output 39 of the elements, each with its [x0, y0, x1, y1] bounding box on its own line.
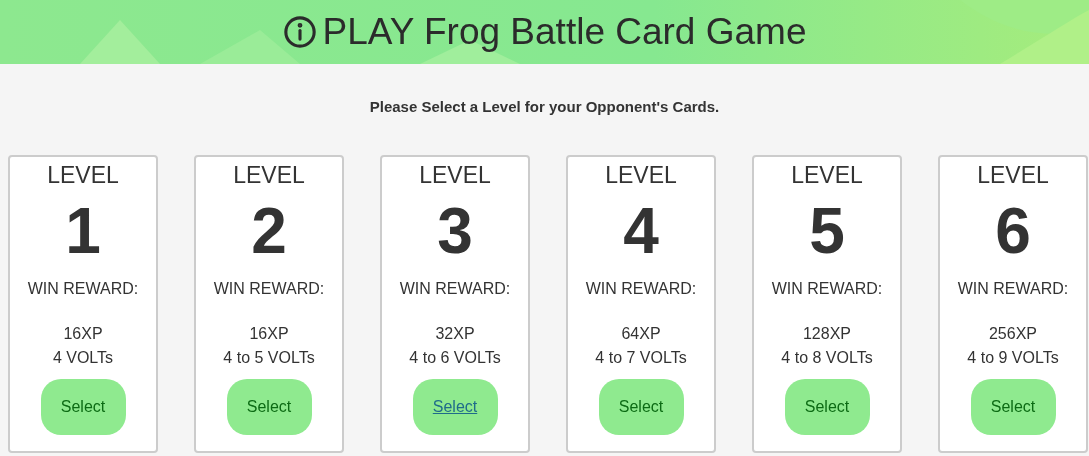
select-button[interactable]: Select	[412, 379, 498, 435]
level-heading: LEVEL	[47, 162, 119, 188]
instruction-text: Please Select a Level for your Opponent's Cards.	[368, 98, 721, 115]
level-heading: LEVEL	[605, 162, 677, 188]
reward-label: WIN REWARD:	[957, 280, 1069, 298]
reward-label: WIN REWARD:	[399, 280, 511, 298]
select-button[interactable]: Select	[598, 379, 684, 435]
level-heading: LEVEL	[791, 162, 863, 188]
level-number: 3	[437, 196, 473, 266]
reward-label: WIN REWARD:	[213, 280, 325, 298]
level-number: 5	[809, 196, 845, 266]
select-button[interactable]: Select	[970, 379, 1056, 435]
reward-label: WIN REWARD:	[771, 280, 883, 298]
volts-reward: 4 to 5 VOLTs	[223, 348, 315, 368]
level-number: 2	[251, 196, 287, 266]
level-number: 1	[65, 196, 101, 266]
xp-reward: 16XP	[249, 324, 289, 344]
volts-reward: 4 to 6 VOLTs	[409, 348, 501, 368]
page-title: PLAY Frog Battle Card Game	[322, 11, 807, 53]
level-heading: LEVEL	[419, 162, 491, 188]
select-button[interactable]: Select	[226, 379, 312, 435]
volts-reward: 4 VOLTs	[52, 348, 114, 368]
select-button[interactable]: Select	[784, 379, 870, 435]
volts-reward: 4 to 7 VOLTs	[595, 348, 687, 368]
reward-label: WIN REWARD:	[27, 280, 139, 298]
xp-reward: 128XP	[802, 324, 851, 344]
volts-reward: 4 to 8 VOLTs	[781, 348, 873, 368]
xp-reward: 64XP	[621, 324, 661, 344]
info-icon	[282, 15, 317, 49]
volts-reward: 4 to 9 VOLTs	[967, 348, 1059, 368]
level-number: 4	[623, 196, 659, 266]
xp-reward: 256XP	[988, 324, 1037, 344]
xp-reward: 16XP	[63, 324, 103, 344]
level-number: 6	[995, 196, 1031, 266]
level-heading: LEVEL	[233, 162, 305, 188]
level-heading: LEVEL	[977, 162, 1049, 188]
reward-label: WIN REWARD:	[585, 280, 697, 298]
select-button[interactable]: Select	[40, 379, 126, 435]
xp-reward: 32XP	[435, 324, 475, 344]
